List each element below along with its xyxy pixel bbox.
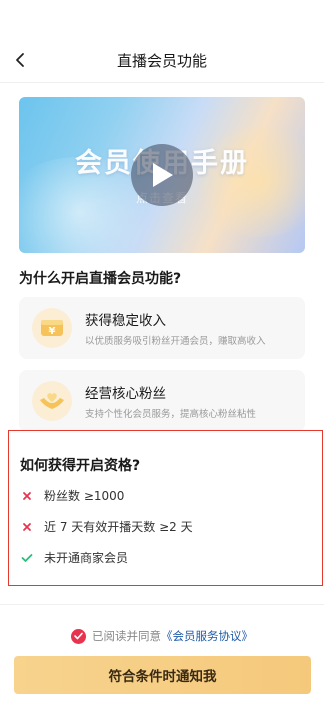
notify-me-button[interactable]: 符合条件时通知我 [14, 656, 311, 694]
cross-icon [20, 520, 34, 534]
benefit-desc: 以优质服务吸引粉丝开通会员，赚取高收入 [85, 336, 266, 347]
qualification-text: 近 7 天有效开播天数 ≥2 天 [44, 520, 193, 534]
cross-icon [20, 489, 34, 503]
nav-divider [0, 82, 324, 83]
page-title: 直播会员功能 [116, 52, 207, 70]
qualification-item: 未开通商家会员 [20, 549, 128, 566]
agreement-prefix: 已阅读并同意 [92, 629, 161, 643]
agreement-checkbox[interactable] [71, 628, 86, 644]
benefit-card: 经营核心粉丝 支持个性化会员服务，提高核心粉丝粘性 [19, 370, 305, 432]
section-title-why: 为什么开启直播会员功能? [19, 271, 182, 287]
benefit-icon-badge: ¥ [32, 308, 72, 348]
benefit-desc: 支持个性化会员服务，提高核心粉丝粘性 [85, 409, 257, 420]
play-icon [153, 163, 173, 187]
play-button[interactable] [131, 144, 193, 206]
nav-bar: 直播会员功能 [0, 0, 324, 82]
check-icon [20, 551, 34, 565]
benefit-icon-badge [32, 381, 72, 421]
video-card[interactable]: 会员使用手册 点击查看 [19, 97, 305, 253]
agreement-link[interactable]: 《会员服务协议》 [161, 628, 253, 644]
qualification-panel: 如何获得开启资格? 粉丝数 ≥1000 近 7 天有效开播天数 ≥2 天 未开通… [8, 430, 323, 586]
agreement-row: 已阅读并同意 《会员服务协议》 [0, 628, 324, 644]
qualification-item: 近 7 天有效开播天数 ≥2 天 [20, 518, 193, 535]
svg-text:¥: ¥ [49, 326, 56, 337]
heart-hands-icon [40, 393, 64, 409]
qualification-item: 粉丝数 ≥1000 [20, 487, 124, 504]
yuan-coin-icon: ¥ [41, 320, 63, 337]
qualification-text: 未开通商家会员 [44, 551, 129, 565]
qualification-text: 粉丝数 ≥1000 [44, 489, 125, 503]
check-icon [74, 632, 83, 640]
section-title-qualification: 如何获得开启资格? [20, 458, 141, 474]
footer-divider [0, 604, 324, 605]
benefit-title: 经营核心粉丝 [85, 386, 166, 402]
benefit-card: ¥ 获得稳定收入 以优质服务吸引粉丝开通会员，赚取高收入 [19, 297, 305, 359]
benefit-title: 获得稳定收入 [85, 313, 166, 329]
